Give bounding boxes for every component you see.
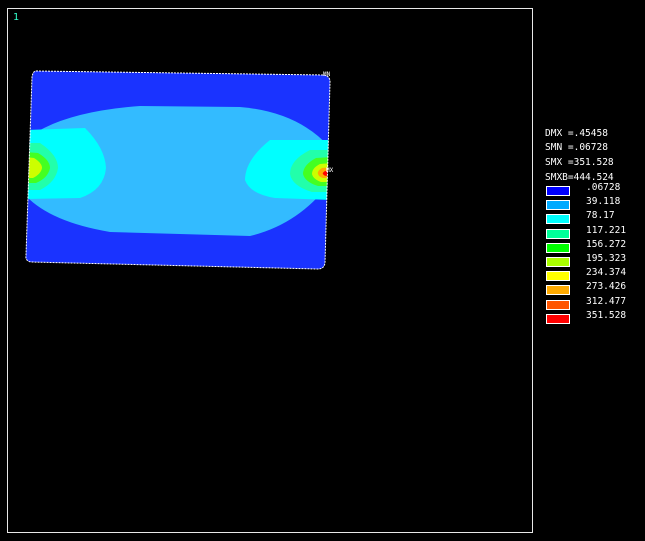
legend-value: 39.118 (586, 196, 621, 208)
legend-value: 273.426 (586, 281, 627, 293)
info-dmx: DMX =.45458 (545, 127, 608, 139)
info-header-line (545, 98, 645, 113)
legend-swatch (546, 285, 570, 296)
legend-value: 117.221 (586, 224, 627, 236)
legend-value: .06728 (586, 182, 621, 193)
min-marker-label: MN (323, 71, 331, 78)
legend-value: 195.323 (586, 252, 627, 264)
result-info-panel: DMX =.45458 SMN =.06728 SMX =351.528 SMX… (545, 10, 645, 185)
legend-swatch (546, 313, 570, 324)
info-header-line (545, 83, 645, 98)
info-header-line (545, 25, 645, 40)
info-header-line (545, 112, 645, 127)
legend-swatch (546, 242, 570, 253)
max-marker-label: MX (326, 167, 334, 174)
info-smx: SMX =351.528 (545, 156, 614, 168)
legend-swatch (546, 228, 570, 239)
legend-value: 156.272 (586, 238, 627, 250)
legend-swatch (546, 214, 570, 225)
legend-swatch (546, 256, 570, 267)
legend-swatch (546, 271, 570, 282)
legend-swatch (546, 299, 570, 310)
legend-value: 351.528 (586, 309, 627, 321)
info-header-line (545, 68, 645, 83)
legend-value: 234.374 (586, 267, 627, 279)
info-header-line (545, 10, 645, 25)
info-header-line (545, 54, 645, 69)
info-smn: SMN =.06728 (545, 142, 608, 154)
legend-value: 78.17 (586, 210, 615, 222)
legend-swatch (546, 200, 570, 211)
legend-value: 312.477 (586, 295, 627, 307)
legend-swatch (546, 186, 570, 196)
info-header-line (545, 39, 645, 54)
